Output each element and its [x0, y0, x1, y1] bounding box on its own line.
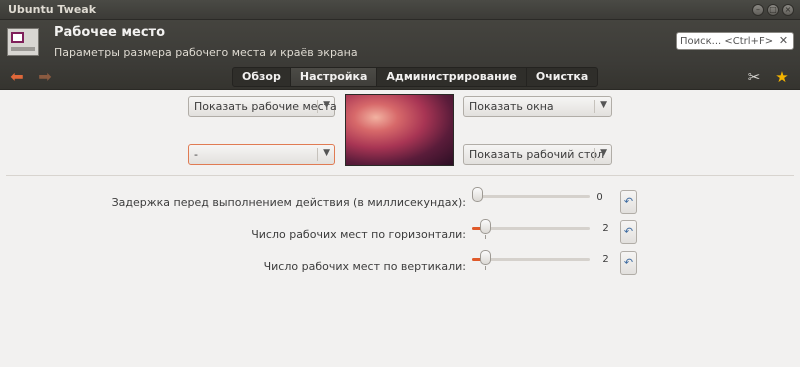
clear-icon[interactable]: ✕: [777, 34, 790, 48]
hot-corner-bottom-right-select[interactable]: Показать рабочий стол ▼: [463, 144, 612, 165]
arrow-right-icon[interactable]: ➡: [36, 68, 54, 86]
reset-icon: ↶: [623, 195, 634, 208]
slider-handle[interactable]: [472, 187, 483, 202]
hsize-slider[interactable]: [472, 219, 590, 239]
hsize-value: 2: [602, 223, 609, 234]
delay-label: Задержка перед выполнением действия (в м…: [111, 196, 466, 209]
maximize-button[interactable]: □: [767, 4, 779, 16]
delay-slider[interactable]: [472, 187, 590, 203]
hot-corner-top-left-select[interactable]: Показать рабочие места ▼: [188, 96, 337, 117]
star-icon[interactable]: ★: [773, 68, 791, 86]
slider-handle[interactable]: [480, 219, 491, 234]
reset-delay-button[interactable]: ↶: [620, 190, 637, 214]
reset-vsize-button[interactable]: ↶: [620, 251, 637, 275]
minimize-button[interactable]: –: [752, 4, 764, 16]
chevron-down-icon: ▼: [323, 100, 330, 110]
window-titlebar: Ubuntu Tweak – □ ×: [0, 0, 800, 20]
delay-value: 0: [596, 192, 603, 203]
chevron-down-icon: ▼: [600, 148, 607, 158]
tab-admins[interactable]: Администрирование: [377, 68, 527, 86]
tab-overview[interactable]: Обзор: [233, 68, 291, 86]
tools-icon[interactable]: ✂: [745, 68, 763, 86]
hot-corner-top-right-select[interactable]: Показать окна ▼: [463, 96, 612, 117]
main-tabs: Обзор Настройка Администрирование Очистк…: [232, 67, 599, 87]
page-title: Рабочее место: [54, 25, 166, 40]
desktop-preview: [345, 94, 454, 166]
reset-icon: ↶: [623, 225, 634, 238]
tab-janitor[interactable]: Очистка: [527, 68, 597, 86]
tab-tweaks[interactable]: Настройка: [290, 68, 378, 86]
chevron-down-icon: ▼: [600, 100, 607, 110]
hot-corner-bottom-left-select[interactable]: - ▼: [188, 144, 335, 165]
reset-icon: ↶: [623, 256, 634, 269]
hsize-label: Число рабочих мест по горизонтали:: [251, 228, 466, 241]
reset-hsize-button[interactable]: ↶: [620, 220, 637, 244]
search-input[interactable]: [680, 34, 776, 48]
arrow-left-icon[interactable]: ⬅: [8, 68, 26, 86]
vsize-label: Число рабочих мест по вертикали:: [263, 260, 466, 273]
page-header: Рабочее место Параметры размера рабочего…: [0, 20, 800, 64]
chevron-down-icon: ▼: [323, 148, 330, 158]
toolbar: ⬅ ➡ Обзор Настройка Администрирование Оч…: [0, 64, 800, 90]
page-subtitle: Параметры размера рабочего места и краёв…: [54, 46, 358, 59]
search-box[interactable]: ✕: [676, 32, 794, 50]
vsize-slider[interactable]: [472, 250, 590, 270]
vsize-value: 2: [602, 254, 609, 265]
window-title: Ubuntu Tweak: [8, 3, 97, 16]
divider: [6, 175, 794, 176]
close-button[interactable]: ×: [782, 4, 794, 16]
workspace-icon: [7, 28, 39, 56]
slider-handle[interactable]: [480, 250, 491, 265]
